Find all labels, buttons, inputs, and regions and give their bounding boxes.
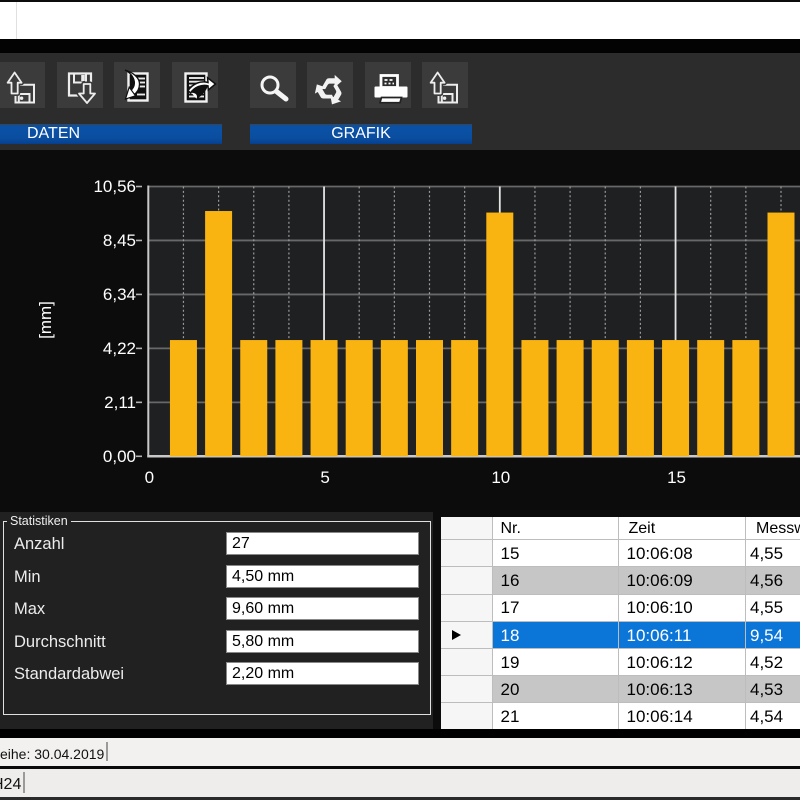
svg-text:8,45: 8,45 [103,231,136,250]
svg-text:10,56: 10,56 [93,177,136,196]
svg-text:4,22: 4,22 [103,339,136,358]
svg-text:2,11: 2,11 [104,393,136,412]
svg-text:6,34: 6,34 [103,285,136,304]
svg-text:0,00: 0,00 [103,447,136,466]
svg-text:5: 5 [320,468,329,487]
svg-text:0: 0 [145,468,154,487]
svg-text:10: 10 [491,468,510,487]
svg-text:15: 15 [667,468,686,487]
svg-text:[mm]: [mm] [36,301,55,339]
